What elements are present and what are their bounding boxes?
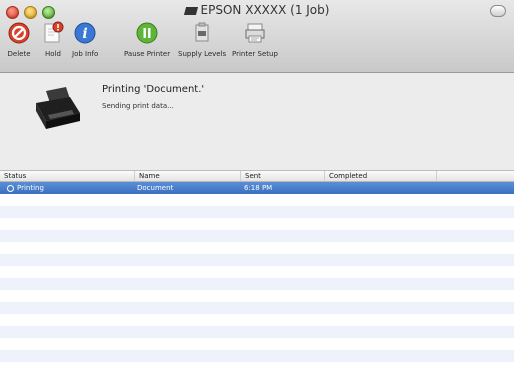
delete-label: Delete — [7, 50, 31, 58]
jobs-table: Status Name Sent Completed Printing Docu… — [0, 170, 514, 365]
job-status-text: Sending print data... — [102, 102, 174, 110]
column-header-status[interactable]: Status — [0, 171, 135, 181]
printer-icon — [32, 85, 84, 133]
column-header-completed[interactable]: Completed — [325, 171, 437, 181]
selection-indicator-icon — [7, 185, 14, 192]
empty-row — [0, 326, 514, 338]
empty-row — [0, 206, 514, 218]
hold-icon — [40, 20, 66, 46]
svg-text:i: i — [82, 26, 87, 42]
empty-row — [0, 242, 514, 254]
empty-row — [0, 266, 514, 278]
empty-row — [0, 350, 514, 362]
delete-button[interactable]: Delete — [6, 20, 32, 58]
printer-title-icon — [183, 6, 198, 15]
pause-printer-label: Pause Printer — [124, 50, 171, 58]
delete-icon — [6, 20, 32, 46]
cell-name: Document — [137, 184, 174, 192]
printer-setup-icon — [242, 20, 268, 46]
empty-row — [0, 302, 514, 314]
supply-levels-button[interactable]: Supply Levels — [178, 20, 226, 58]
printer-setup-label: Printer Setup — [232, 50, 278, 58]
info-icon: i — [72, 20, 98, 46]
empty-row — [0, 230, 514, 242]
empty-row — [0, 218, 514, 230]
empty-row — [0, 338, 514, 350]
job-info-button[interactable]: i Job Info — [72, 20, 98, 58]
supply-levels-label: Supply Levels — [178, 50, 227, 58]
toolbar: EPSON XXXXX (1 Job) Delete Hold i Job In… — [0, 0, 514, 73]
empty-row — [0, 290, 514, 302]
print-queue-window: EPSON XXXXX (1 Job) Delete Hold i Job In… — [0, 0, 514, 365]
empty-row — [0, 314, 514, 326]
job-info-label: Job Info — [72, 50, 99, 58]
job-info-panel: Printing 'Document.' Sending print data.… — [0, 73, 514, 170]
empty-row — [0, 194, 514, 206]
hold-label: Hold — [45, 50, 61, 58]
toolbar-toggle-button[interactable] — [490, 5, 506, 17]
pause-icon — [134, 20, 160, 46]
job-title: Printing 'Document.' — [102, 84, 205, 95]
table-header: Status Name Sent Completed — [0, 171, 514, 182]
hold-button[interactable]: Hold — [40, 20, 66, 58]
column-header-sent[interactable]: Sent — [241, 171, 325, 181]
window-title: EPSON XXXXX (1 Job) — [0, 3, 514, 17]
table-row[interactable]: Printing Document 6:18 PM — [0, 182, 514, 194]
supply-levels-icon — [189, 20, 215, 46]
cell-sent: 6:18 PM — [244, 184, 273, 192]
table-body: Printing Document 6:18 PM — [0, 182, 514, 362]
column-header-name[interactable]: Name — [135, 171, 241, 181]
printer-setup-button[interactable]: Printer Setup — [232, 20, 278, 58]
empty-row — [0, 254, 514, 266]
pause-printer-button[interactable]: Pause Printer — [124, 20, 170, 58]
empty-row — [0, 278, 514, 290]
cell-status: Printing — [17, 184, 44, 192]
window-title-text: EPSON XXXXX (1 Job) — [200, 3, 330, 17]
